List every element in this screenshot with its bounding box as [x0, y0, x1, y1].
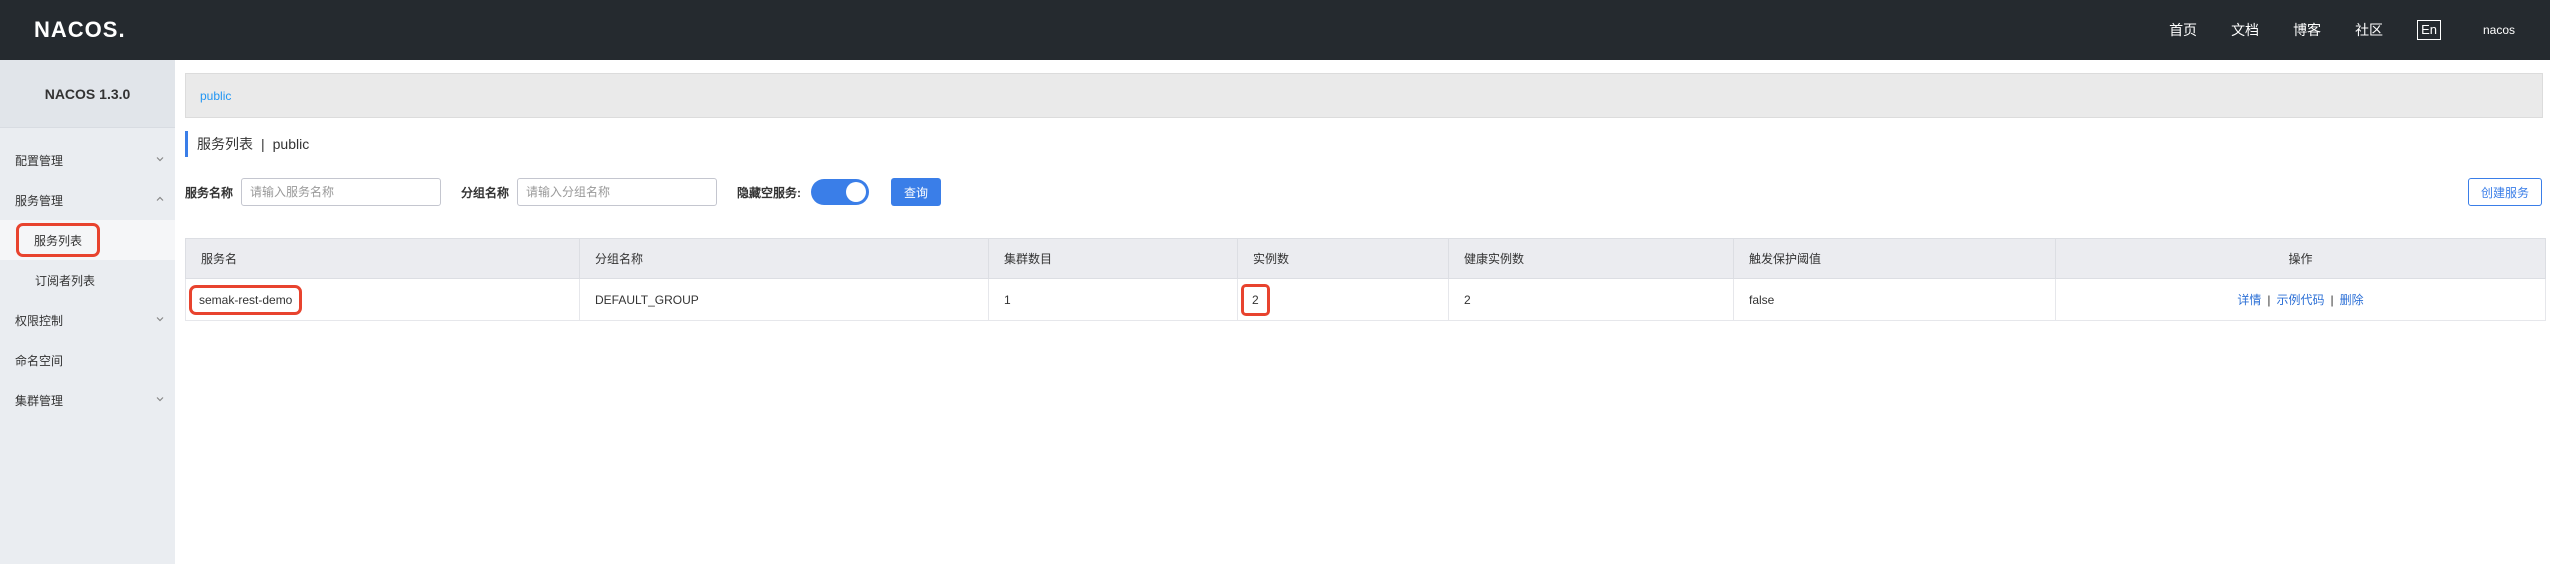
sidebar-item-label: 订阅者列表	[35, 273, 96, 288]
service-table: 服务名 分组名称 集群数目 实例数 健康实例数 触发保护阈值 操作 semak-…	[185, 238, 2546, 321]
column-header-healthy-count: 健康实例数	[1448, 238, 1734, 279]
sidebar-item-label: 服务列表	[16, 223, 100, 257]
filter-bar: 服务名称 分组名称 隐藏空服务: 查询 创建服务	[185, 178, 2545, 206]
sidebar-item-label: 服务管理	[15, 193, 64, 208]
query-button[interactable]: 查询	[891, 178, 942, 206]
sidebar-item-label: 命名空间	[15, 353, 64, 368]
sidebar-item-label: 权限控制	[15, 313, 64, 328]
sidebar-item-subscriber-list[interactable]: 订阅者列表	[0, 260, 175, 300]
page-title-namespace: public	[272, 136, 310, 152]
group-name-input[interactable]	[517, 178, 718, 206]
nav-community[interactable]: 社区	[2355, 20, 2383, 40]
column-header-protect-threshold: 触发保护阈值	[1733, 238, 2056, 279]
main-content: public 服务列表 | public 服务名称 分组名称 隐藏空服务: 查询…	[175, 60, 2550, 564]
cell-service-name: semak-rest-demo	[185, 278, 580, 321]
chevron-down-icon	[155, 394, 165, 404]
table-row: semak-rest-demo DEFAULT_GROUP 1 2 2 fals…	[185, 278, 2546, 321]
sample-code-link[interactable]: 示例代码	[2276, 293, 2324, 307]
cell-protect-threshold: false	[1733, 278, 2056, 321]
column-header-instance-count: 实例数	[1237, 238, 1449, 279]
nacos-logo[interactable]: NACOS.	[34, 15, 126, 45]
namespace-public-link[interactable]: public	[200, 89, 231, 103]
cell-group-name: DEFAULT_GROUP	[579, 278, 989, 321]
sidebar-item-label: 配置管理	[15, 153, 64, 168]
top-nav: 首页 文档 博客 社区 En nacos	[2169, 0, 2550, 60]
namespace-bar: public	[185, 73, 2543, 118]
column-header-operations: 操作	[2055, 238, 2546, 279]
user-name[interactable]: nacos	[2483, 23, 2515, 37]
version-label: NACOS 1.3.0	[0, 60, 175, 128]
service-name-value: semak-rest-demo	[189, 284, 303, 315]
column-header-service-name: 服务名	[185, 238, 580, 279]
op-separator: |	[2267, 293, 2271, 307]
instance-count-value: 2	[1241, 283, 1270, 316]
group-name-label: 分组名称	[461, 185, 510, 200]
chevron-down-icon	[155, 314, 165, 324]
create-service-button[interactable]: 创建服务	[2468, 178, 2542, 206]
sidebar-item-label: 集群管理	[15, 393, 64, 408]
service-name-input[interactable]	[241, 178, 442, 206]
cell-cluster-count: 1	[988, 278, 1238, 321]
sidebar-item-config-management[interactable]: 配置管理	[0, 140, 175, 180]
page-title-text: 服务列表	[197, 136, 253, 152]
nav-home[interactable]: 首页	[2169, 20, 2197, 40]
chevron-up-icon	[155, 194, 165, 204]
cell-operations: 详情 | 示例代码 | 删除	[2055, 278, 2546, 321]
sidebar-item-service-list[interactable]: 服务列表	[0, 220, 175, 260]
details-link[interactable]: 详情	[2237, 293, 2261, 307]
top-bar: NACOS. 首页 文档 博客 社区 En nacos	[0, 0, 2550, 60]
nav-docs[interactable]: 文档	[2231, 20, 2259, 40]
service-name-label: 服务名称	[185, 185, 234, 200]
table-header-row: 服务名 分组名称 集群数目 实例数 健康实例数 触发保护阈值 操作	[185, 238, 2546, 279]
delete-link[interactable]: 删除	[2340, 293, 2364, 307]
cell-instance-count: 2	[1237, 278, 1449, 321]
chevron-down-icon	[155, 154, 165, 164]
hide-empty-toggle[interactable]	[811, 179, 870, 205]
page-title-separator: |	[261, 136, 265, 152]
cell-healthy-count: 2	[1448, 278, 1734, 321]
hide-empty-label: 隐藏空服务:	[737, 185, 802, 200]
sidebar-item-namespace[interactable]: 命名空间	[0, 340, 175, 380]
sidebar: NACOS 1.3.0 配置管理 服务管理 服务列表 订阅者列表 权限控制 命名…	[0, 60, 175, 564]
sidebar-item-service-management[interactable]: 服务管理	[0, 180, 175, 220]
column-header-cluster-count: 集群数目	[988, 238, 1238, 279]
sidebar-item-access-control[interactable]: 权限控制	[0, 300, 175, 340]
column-header-group-name: 分组名称	[579, 238, 989, 279]
language-switch-button[interactable]: En	[2417, 20, 2441, 40]
page-title: 服务列表 | public	[185, 131, 309, 157]
op-separator: |	[2330, 293, 2334, 307]
toggle-knob	[846, 182, 867, 202]
sidebar-item-cluster-management[interactable]: 集群管理	[0, 380, 175, 420]
nav-blog[interactable]: 博客	[2293, 20, 2321, 40]
